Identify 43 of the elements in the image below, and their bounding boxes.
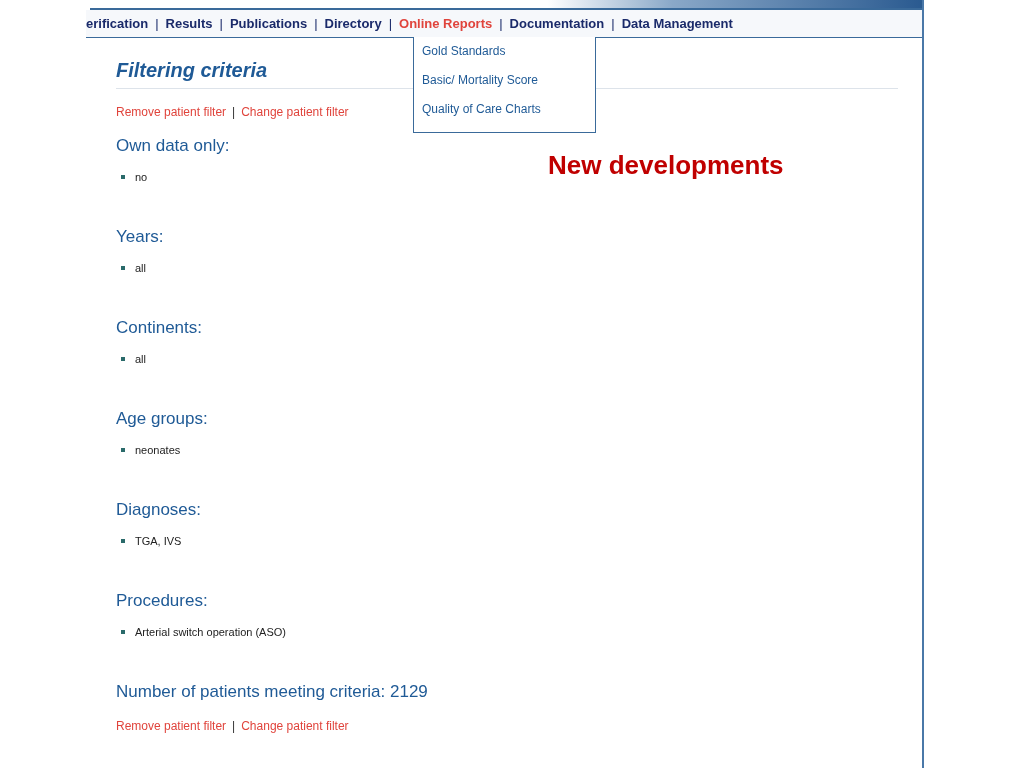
nav-link[interactable]: Publications	[229, 16, 308, 31]
criteria-value: all	[135, 353, 146, 365]
menu-item[interactable]: Quality of Care Charts	[414, 100, 595, 129]
separator: |	[155, 16, 159, 31]
separator: |	[232, 719, 236, 733]
separator: |	[219, 16, 223, 31]
criteria-value: no	[135, 171, 148, 183]
filter-link[interactable]: Remove patient filter	[116, 719, 227, 733]
separator: |	[611, 16, 615, 31]
section-heading: Diagnoses:	[116, 500, 203, 520]
criteria-value: all	[135, 262, 146, 274]
section-heading: Age groups:	[116, 409, 209, 429]
section-heading: Continents:	[116, 318, 203, 338]
nav-link[interactable]: Data Management	[621, 16, 733, 31]
annotation-text: New developments	[548, 150, 784, 181]
bullet-icon	[121, 630, 125, 634]
bullet-icon	[121, 175, 125, 179]
bullet-icon	[121, 539, 125, 543]
nav-link[interactable]: Results	[165, 16, 213, 31]
nav-link[interactable]: Documentation	[509, 16, 605, 31]
separator: |	[388, 16, 393, 31]
section-heading: Procedures:	[116, 591, 209, 611]
nav-link[interactable]: Online Reports	[399, 16, 493, 31]
separator: |	[232, 105, 236, 119]
menu-item[interactable]: Gold Standards	[414, 42, 595, 71]
nav-link[interactable]: Directory	[324, 16, 382, 31]
separator: |	[499, 16, 503, 31]
bullet-icon	[121, 266, 125, 270]
bullet-icon	[121, 448, 125, 452]
patient-count: Number of patients meeting criteria: 2129	[116, 682, 429, 702]
page-title: Filtering criteria	[116, 59, 268, 82]
section-heading: Years:	[116, 227, 165, 247]
filter-link[interactable]: Remove patient filter	[116, 105, 227, 119]
separator: |	[314, 16, 318, 31]
nav-link[interactable]: erification	[86, 16, 149, 31]
bullet-icon	[121, 357, 125, 361]
criteria-value: Arterial switch operation (ASO)	[135, 626, 286, 638]
menu-item[interactable]: Basic/ Mortality Score	[414, 71, 595, 100]
section-heading: Own data only:	[116, 136, 231, 156]
criteria-value: TGA, IVS	[135, 535, 182, 547]
filter-link[interactable]: Change patient filter	[241, 719, 349, 733]
filter-link[interactable]: Change patient filter	[241, 105, 349, 119]
criteria-value: neonates	[135, 444, 181, 456]
